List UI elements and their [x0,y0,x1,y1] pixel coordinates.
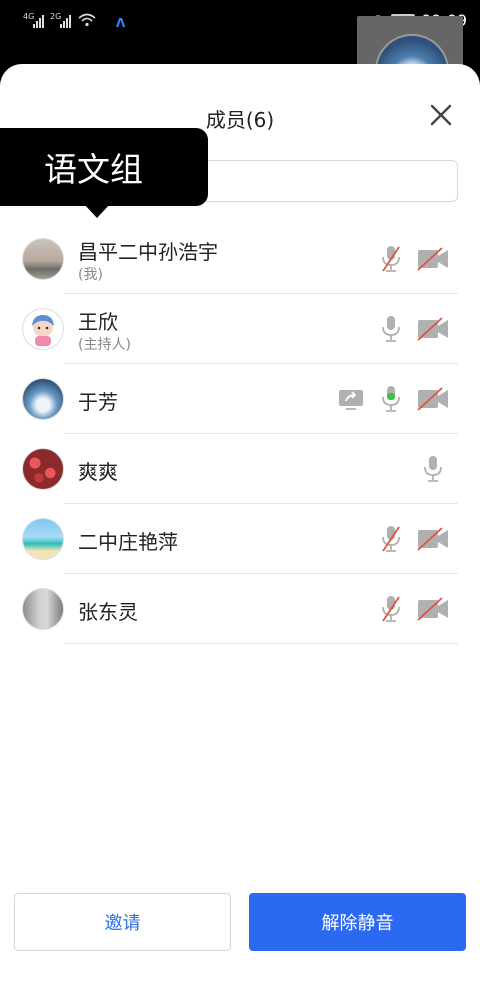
avatar [22,588,64,630]
mic-muted-icon[interactable] [380,594,402,624]
app-notification-icon: ᐱ [116,16,126,30]
unmute-all-button[interactable]: 解除静音 [249,893,466,951]
member-row[interactable]: 王欣 (主持人) [0,294,480,364]
camera-off-icon[interactable] [416,594,450,624]
invite-button[interactable]: 邀请 [14,893,231,951]
mic-icon[interactable] [380,314,402,344]
member-row[interactable]: 于芳 [0,364,480,434]
row-divider [64,643,458,644]
group-tooltip: 语文组 [0,128,208,206]
avatar [22,448,64,490]
screen-share-icon[interactable] [338,384,364,414]
signal-2-icon [60,14,71,28]
camera-off-icon[interactable] [416,244,450,274]
mic-icon[interactable] [422,454,444,484]
mic-speaking-icon[interactable] [380,384,402,414]
member-row[interactable]: 张东灵 [0,574,480,644]
member-row[interactable]: 爽爽 [0,434,480,504]
member-name: 张东灵 [78,600,138,624]
close-icon[interactable] [428,102,454,128]
tooltip-arrow [84,204,110,218]
mic-muted-icon[interactable] [380,524,402,554]
member-name: 爽爽 [78,460,118,484]
signal-1-icon [33,14,44,28]
member-role: (主持人) [78,337,131,353]
avatar [22,378,64,420]
wifi-icon [78,13,96,27]
status-bar: 4G 2G ᐱ 65 09:09 [0,0,480,76]
camera-off-icon[interactable] [416,314,450,344]
member-name: 昌平二中孙浩宇 [78,240,218,264]
member-row[interactable]: 二中庄艳萍 [0,504,480,574]
avatar [22,518,64,560]
mic-muted-icon[interactable] [380,244,402,274]
camera-off-icon[interactable] [416,384,450,414]
member-role: (我) [78,267,103,283]
member-name: 于芳 [78,390,118,414]
avatar [22,238,64,280]
camera-off-icon[interactable] [416,524,450,554]
member-row[interactable]: 昌平二中孙浩宇 (我) [0,224,480,294]
avatar [22,308,64,350]
member-name: 二中庄艳萍 [78,530,178,554]
member-name: 王欣 [78,310,118,334]
